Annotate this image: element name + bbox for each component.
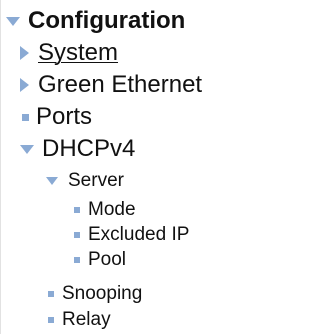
- tree-item-system[interactable]: System: [20, 38, 118, 68]
- tree-item-relay[interactable]: Relay: [46, 308, 111, 332]
- triangle-down-icon[interactable]: [20, 144, 36, 154]
- triangle-right-icon[interactable]: [20, 46, 32, 60]
- tree-item-snooping[interactable]: Snooping: [46, 282, 142, 306]
- frame-border: [0, 0, 1, 334]
- tree-item-label[interactable]: Configuration: [28, 7, 185, 35]
- square-bullet-icon: [46, 291, 56, 297]
- tree-item-green-ethernet[interactable]: Green Ethernet: [20, 70, 202, 100]
- tree-item-label[interactable]: Relay: [62, 309, 111, 331]
- tree-item-label[interactable]: Green Ethernet: [38, 71, 202, 99]
- tree-item-configuration[interactable]: Configuration: [6, 6, 185, 36]
- tree-item-pool[interactable]: Pool: [72, 248, 126, 272]
- tree-item-server[interactable]: Server: [46, 168, 124, 194]
- tree-item-label[interactable]: DHCPv4: [42, 135, 135, 163]
- tree-item-label[interactable]: Pool: [88, 249, 126, 271]
- tree-item-label[interactable]: System: [38, 39, 118, 67]
- tree-item-label[interactable]: Mode: [88, 199, 136, 221]
- tree-item-label[interactable]: Server: [68, 170, 124, 192]
- triangle-down-icon[interactable]: [46, 177, 62, 185]
- tree-item-label[interactable]: Snooping: [62, 283, 142, 305]
- tree-item-label[interactable]: Ports: [36, 103, 92, 131]
- tree-item-ports[interactable]: Ports: [20, 102, 92, 132]
- tree-item-excluded-ip[interactable]: Excluded IP: [72, 223, 189, 247]
- tree-item-label[interactable]: Excluded IP: [88, 224, 189, 246]
- square-bullet-icon: [72, 257, 82, 263]
- square-bullet-icon: [46, 317, 56, 323]
- tree-item-mode[interactable]: Mode: [72, 198, 136, 222]
- triangle-right-icon[interactable]: [20, 78, 32, 92]
- tree-item-dhcpv4[interactable]: DHCPv4: [20, 134, 135, 164]
- square-bullet-icon: [20, 113, 30, 121]
- square-bullet-icon: [72, 232, 82, 238]
- triangle-down-icon[interactable]: [6, 16, 22, 26]
- configuration-tree: Configuration System Green Ethernet Ports DH…: [0, 0, 318, 334]
- square-bullet-icon: [72, 207, 82, 213]
